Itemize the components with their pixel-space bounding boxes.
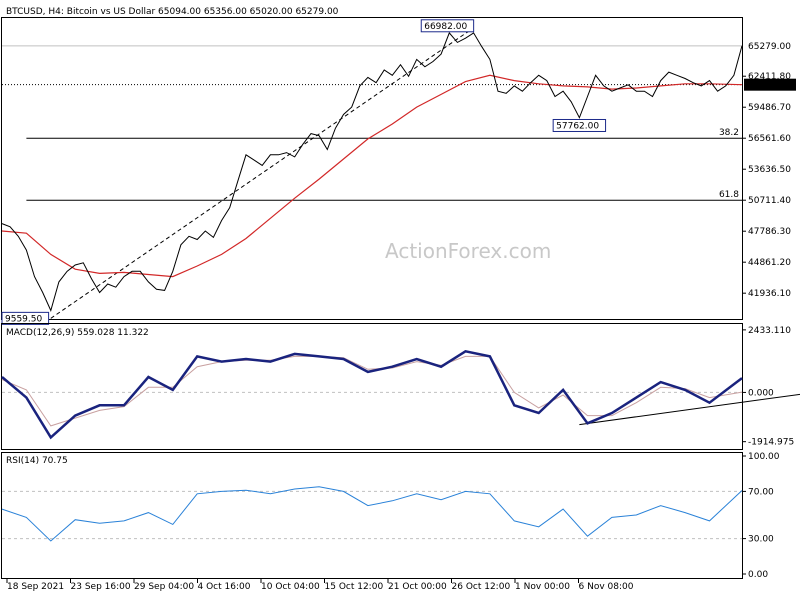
chart-background bbox=[0, 0, 800, 600]
ma-level-label: 61613.00 bbox=[747, 81, 790, 91]
rsi-y-tick-label: 30.00 bbox=[748, 535, 774, 545]
price-y-tick-label: 47786.30 bbox=[748, 227, 791, 237]
price-annotation-label: 66982.00 bbox=[424, 22, 467, 32]
fib-level-label: 38.2 bbox=[719, 128, 739, 138]
macd-y-tick-label: 2433.110 bbox=[748, 326, 791, 336]
rsi-y-tick-label: 100.00 bbox=[748, 452, 780, 462]
rsi-y-tick-label: 0.00 bbox=[748, 570, 768, 580]
chart-svg: BTCUSD, H4: Bitcoin vs US Dollar 65094.0… bbox=[0, 0, 800, 600]
macd-title: MACD(12,26,9) 559.028 11.322 bbox=[6, 328, 149, 338]
macd-y-tick-label: -1914.975 bbox=[748, 438, 794, 448]
current-price-label: 65279.00 bbox=[748, 42, 791, 52]
price-y-tick-label: 50711.40 bbox=[748, 196, 791, 206]
x-tick-label: 21 Oct 00:00 bbox=[388, 582, 447, 592]
main-chart-title: BTCUSD, H4: Bitcoin vs US Dollar 65094.0… bbox=[6, 7, 339, 17]
price-y-tick-label: 44861.20 bbox=[748, 258, 791, 268]
price-y-tick-label: 56561.60 bbox=[748, 134, 791, 144]
price-y-tick-label: 59486.70 bbox=[748, 103, 791, 113]
price-annotation-label: 57762.00 bbox=[556, 121, 599, 131]
price-y-tick-label: 41936.10 bbox=[748, 289, 791, 299]
rsi-title: RSI(14) 70.75 bbox=[6, 456, 68, 466]
x-tick-label: 6 Nov 08:00 bbox=[579, 582, 634, 592]
x-tick-label: 23 Sep 16:00 bbox=[71, 582, 131, 592]
x-tick-label: 15 Oct 12:00 bbox=[325, 582, 384, 592]
watermark: ActionForex.com bbox=[385, 239, 551, 263]
rsi-y-tick-label: 70.00 bbox=[748, 487, 774, 497]
price-annotation-label: 9559.50 bbox=[5, 314, 42, 324]
x-tick-label: 10 Oct 04:00 bbox=[261, 582, 320, 592]
macd-y-tick-label: 0.000 bbox=[748, 388, 774, 398]
price-y-tick-label: 53636.50 bbox=[748, 165, 791, 175]
x-tick-label: 18 Sep 2021 bbox=[7, 582, 64, 592]
chart-container: BTCUSD, H4: Bitcoin vs US Dollar 65094.0… bbox=[0, 0, 800, 600]
x-tick-label: 26 Oct 12:00 bbox=[452, 582, 511, 592]
x-tick-label: 29 Sep 04:00 bbox=[134, 582, 194, 592]
x-tick-label: 4 Oct 16:00 bbox=[198, 582, 251, 592]
fib-level-label: 61.8 bbox=[719, 190, 739, 200]
x-tick-label: 1 Nov 00:00 bbox=[515, 582, 570, 592]
